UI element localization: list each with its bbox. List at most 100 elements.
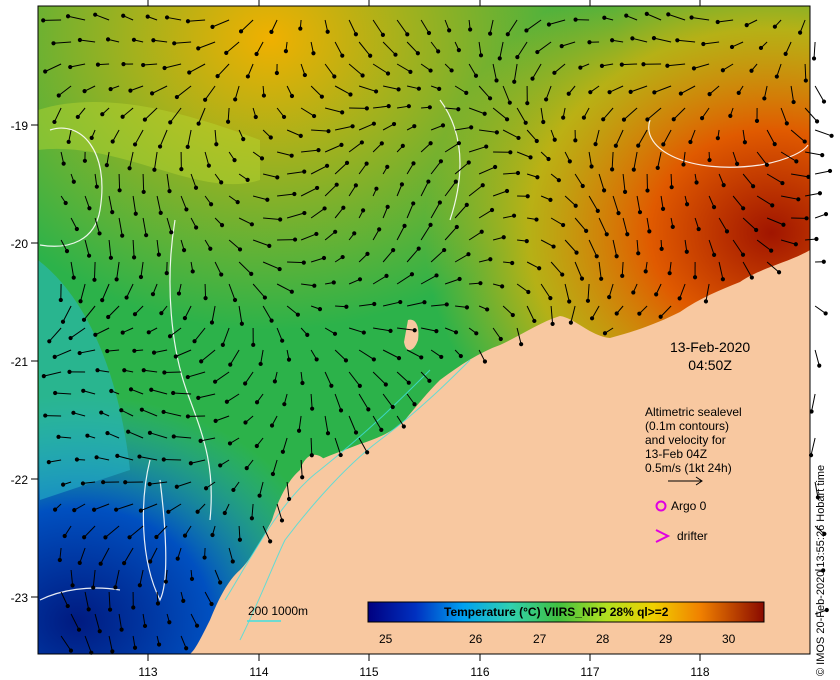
velocity-arrow-head xyxy=(133,211,138,216)
velocity-arrow-head xyxy=(469,125,474,130)
velocity-arrow-head xyxy=(769,248,774,253)
velocity-arrow-head xyxy=(138,508,144,513)
velocity-arrow-head xyxy=(127,535,132,540)
velocity-arrow-head xyxy=(751,184,756,189)
velocity-arrow-head xyxy=(411,161,416,166)
velocity-arrow-head xyxy=(741,206,746,211)
velocity-arrow-head xyxy=(68,335,73,341)
velocity-arrow-head xyxy=(326,129,331,134)
velocity-arrow-head xyxy=(278,217,283,222)
velocity-arrow-head xyxy=(482,359,488,364)
velocity-arrow-head xyxy=(614,254,619,259)
velocity-arrow-head xyxy=(329,383,334,388)
velocity-arrow-head xyxy=(573,17,578,22)
velocity-arrow-head xyxy=(196,395,201,400)
velocity-arrow-head xyxy=(589,164,594,169)
velocity-arrow-head xyxy=(141,62,146,68)
velocity-arrow-head xyxy=(208,246,213,251)
velocity-arrow-head xyxy=(400,143,405,149)
velocity-arrow-head xyxy=(501,235,506,240)
velocity-arrow-head xyxy=(720,68,725,73)
velocity-arrow-head xyxy=(198,438,203,443)
velocity-arrow-head xyxy=(546,22,552,27)
velocity-arrow-head xyxy=(340,110,345,115)
velocity-arrow-head xyxy=(383,382,388,387)
velocity-arrow-head xyxy=(119,627,124,632)
velocity-arrow-head xyxy=(245,74,250,79)
velocity-arrow-head xyxy=(677,296,682,301)
velocity-arrow-head xyxy=(230,559,235,564)
velocity-arrow-head xyxy=(427,378,432,383)
velocity-arrow-head xyxy=(740,252,746,257)
velocity-arrow-head xyxy=(494,130,499,135)
velocity-arrow-head xyxy=(225,119,231,124)
velocity-arrow-head xyxy=(784,121,789,126)
velocity-arrow-head xyxy=(131,605,136,610)
velocity-arrow-head xyxy=(82,535,87,540)
velocity-arrow-head xyxy=(314,185,320,191)
velocity-arrow-head xyxy=(274,70,279,76)
velocity-arrow-head xyxy=(344,160,350,165)
velocity-arrow-head xyxy=(464,202,469,207)
velocity-arrow-head xyxy=(440,123,446,128)
velocity-arrow-head xyxy=(339,142,344,147)
velocity-arrow-head xyxy=(707,157,712,163)
velocity-arrow-head xyxy=(131,255,137,260)
velocity-arrow-head xyxy=(61,161,66,166)
velocity-arrow-head xyxy=(487,96,493,101)
velocity-arrow-head xyxy=(621,117,627,122)
velocity-arrow-head xyxy=(151,38,156,43)
velocity-arrow-head xyxy=(185,374,190,380)
velocity-arrow-head xyxy=(449,68,454,73)
velocity-arrow-head xyxy=(233,97,238,102)
velocity-arrow-head xyxy=(804,216,809,221)
velocity-arrow-head xyxy=(289,153,294,158)
velocity-arrow-head xyxy=(215,74,220,79)
velocity-arrow-head xyxy=(156,642,162,647)
velocity-arrow-head xyxy=(391,248,396,253)
velocity-arrow-head xyxy=(357,277,363,282)
velocity-arrow-head xyxy=(235,200,240,205)
velocity-arrow-head xyxy=(408,69,413,74)
velocity-arrow-head xyxy=(196,46,201,51)
velocity-arrow-head xyxy=(688,139,693,145)
velocity-arrow-head xyxy=(534,217,539,222)
x-tick-label: 114 xyxy=(249,665,268,679)
velocity-arrow-head xyxy=(489,207,495,213)
velocity-arrow-head xyxy=(817,191,823,196)
velocity-arrow-head xyxy=(105,430,110,436)
velocity-arrow-head xyxy=(622,189,628,194)
velocity-arrow-head xyxy=(228,362,233,367)
velocity-arrow-head xyxy=(82,89,87,94)
velocity-arrow-head xyxy=(724,229,730,234)
velocity-arrow-head xyxy=(373,89,379,94)
velocity-arrow-head xyxy=(209,202,214,207)
velocity-arrow-head xyxy=(770,203,775,208)
velocity-arrow xyxy=(811,393,816,412)
velocity-arrow-head xyxy=(377,227,382,232)
velocity-arrow-head xyxy=(91,507,97,512)
velocity-arrow-head xyxy=(171,390,176,396)
velocity-arrow-head xyxy=(300,475,305,480)
velocity-arrow-head xyxy=(444,302,449,307)
velocity-arrow-head xyxy=(610,38,615,43)
velocity-arrow-head xyxy=(711,205,717,210)
velocity-arrow-head xyxy=(75,114,80,120)
velocity-arrow-head xyxy=(437,86,442,91)
velocity-arrow-head xyxy=(181,598,186,604)
velocity-arrow-head xyxy=(811,56,817,61)
velocity-arrow-head xyxy=(428,141,433,146)
velocity-arrow-head xyxy=(269,318,274,323)
velocity-arrow-head xyxy=(659,246,664,251)
velocity-arrow-head xyxy=(613,143,618,148)
velocity-arrow-head xyxy=(464,90,469,95)
velocity-arrow-head xyxy=(139,407,144,412)
velocity-arrow-head xyxy=(567,299,572,304)
velocity-arrow-head xyxy=(141,189,146,195)
velocity-arrow-head xyxy=(222,510,227,516)
velocity-arrow-head xyxy=(93,12,98,17)
velocity-arrow-head xyxy=(81,317,87,322)
velocity-arrow-head xyxy=(510,312,515,318)
velocity-arrow-head xyxy=(192,339,197,344)
velocity-arrow-head xyxy=(185,414,191,419)
